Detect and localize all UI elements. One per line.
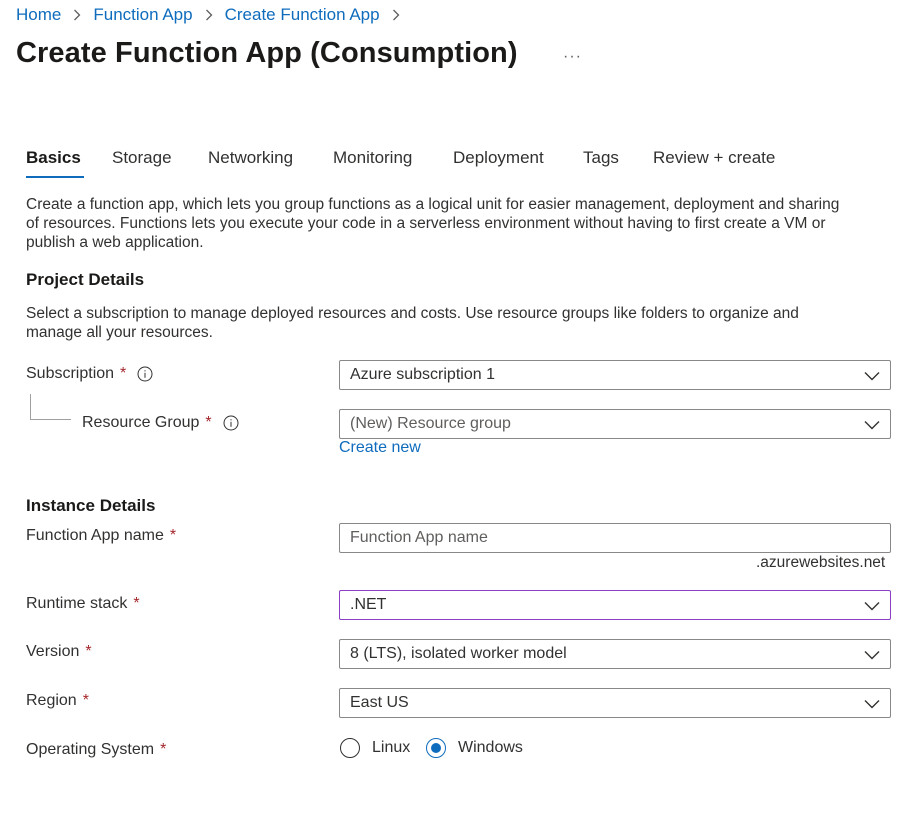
region-label-text: Region [26, 692, 77, 709]
breadcrumb-create-function-app[interactable]: Create Function App [225, 5, 380, 25]
chevron-right-icon [384, 7, 408, 23]
function-app-name-input[interactable]: Function App name [339, 523, 891, 553]
required-asterisk: * [85, 643, 92, 660]
region-label: Region * [26, 692, 89, 710]
required-asterisk: * [133, 595, 140, 612]
operating-system-label-text: Operating System [26, 741, 155, 758]
runtime-stack-label: Runtime stack * [26, 595, 140, 613]
more-options-button[interactable]: ··· [563, 48, 582, 66]
subscription-label: Subscription * [26, 365, 153, 383]
intro-line: Create a function app, which lets you gr… [26, 196, 840, 213]
os-radio-linux[interactable]: Linux [340, 738, 410, 758]
tab-deployment[interactable]: Deployment [453, 148, 544, 168]
instance-details-heading: Instance Details [26, 496, 156, 515]
description-line: manage all your resources. [26, 324, 213, 341]
description-line: Select a subscription to manage deployed… [26, 305, 799, 322]
version-dropdown[interactable]: 8 (LTS), isolated worker model [339, 639, 891, 669]
function-app-name-placeholder: Function App name [350, 529, 488, 546]
version-value: 8 (LTS), isolated worker model [350, 645, 567, 662]
intro-line: of resources. Functions lets you execute… [26, 215, 826, 232]
region-dropdown[interactable]: East US [339, 688, 891, 718]
tab-storage[interactable]: Storage [112, 148, 172, 168]
version-label-text: Version [26, 643, 80, 660]
subscription-value: Azure subscription 1 [350, 366, 495, 383]
domain-suffix: .azurewebsites.net [756, 554, 886, 571]
chevron-down-icon [864, 369, 880, 381]
breadcrumb: Home Function App Create Function App [16, 5, 412, 25]
tab-review-create[interactable]: Review + create [653, 148, 775, 168]
breadcrumb-home[interactable]: Home [16, 5, 61, 25]
tab-basics[interactable]: Basics [26, 148, 84, 178]
runtime-stack-label-text: Runtime stack [26, 595, 128, 612]
page-title: Create Function App (Consumption) [16, 37, 518, 69]
function-app-name-label-text: Function App name [26, 527, 164, 544]
function-app-name-label: Function App name * [26, 527, 176, 545]
project-details-description: Select a subscription to manage deployed… [26, 304, 799, 342]
required-asterisk: * [205, 414, 212, 431]
chevron-down-icon [864, 599, 880, 611]
required-asterisk: * [120, 365, 127, 382]
os-option-label: Windows [458, 739, 523, 756]
chevron-right-icon [65, 7, 89, 23]
intro-text: Create a function app, which lets you gr… [26, 195, 839, 252]
chevron-down-icon [864, 648, 880, 660]
breadcrumb-function-app[interactable]: Function App [93, 5, 192, 25]
resource-group-label: Resource Group * [82, 414, 239, 432]
project-details-heading: Project Details [26, 270, 145, 289]
tree-connector [30, 419, 71, 420]
region-value: East US [350, 694, 409, 711]
intro-line: publish a web application. [26, 234, 204, 251]
required-asterisk: * [82, 692, 89, 709]
radio-unchecked-icon [340, 738, 360, 758]
tab-networking[interactable]: Networking [208, 148, 293, 168]
subscription-label-text: Subscription [26, 365, 115, 382]
chevron-down-icon [864, 418, 880, 430]
chevron-right-icon [197, 7, 221, 23]
radio-dot [431, 743, 441, 753]
required-asterisk: * [169, 527, 177, 544]
info-icon[interactable] [137, 366, 153, 382]
create-new-resource-group-link[interactable]: Create new [339, 439, 421, 457]
info-icon[interactable] [223, 415, 239, 431]
operating-system-label: Operating System * [26, 741, 166, 759]
runtime-stack-dropdown[interactable]: .NET [339, 590, 891, 620]
version-label: Version * [26, 643, 92, 661]
runtime-stack-value: .NET [350, 596, 387, 613]
os-option-label: Linux [372, 739, 411, 756]
required-asterisk: * [160, 741, 167, 758]
tab-label: Basics [26, 148, 81, 167]
active-tab-indicator [26, 176, 84, 178]
tab-tags[interactable]: Tags [583, 148, 619, 168]
tab-monitoring[interactable]: Monitoring [333, 148, 412, 168]
resource-group-label-text: Resource Group [82, 414, 200, 431]
tree-connector [30, 394, 31, 420]
resource-group-dropdown[interactable]: (New) Resource group [339, 409, 891, 439]
radio-checked-icon [426, 738, 446, 758]
resource-group-value: (New) Resource group [350, 415, 511, 432]
subscription-dropdown[interactable]: Azure subscription 1 [339, 360, 891, 390]
chevron-down-icon [864, 697, 880, 709]
os-radio-windows[interactable]: Windows [426, 738, 523, 758]
